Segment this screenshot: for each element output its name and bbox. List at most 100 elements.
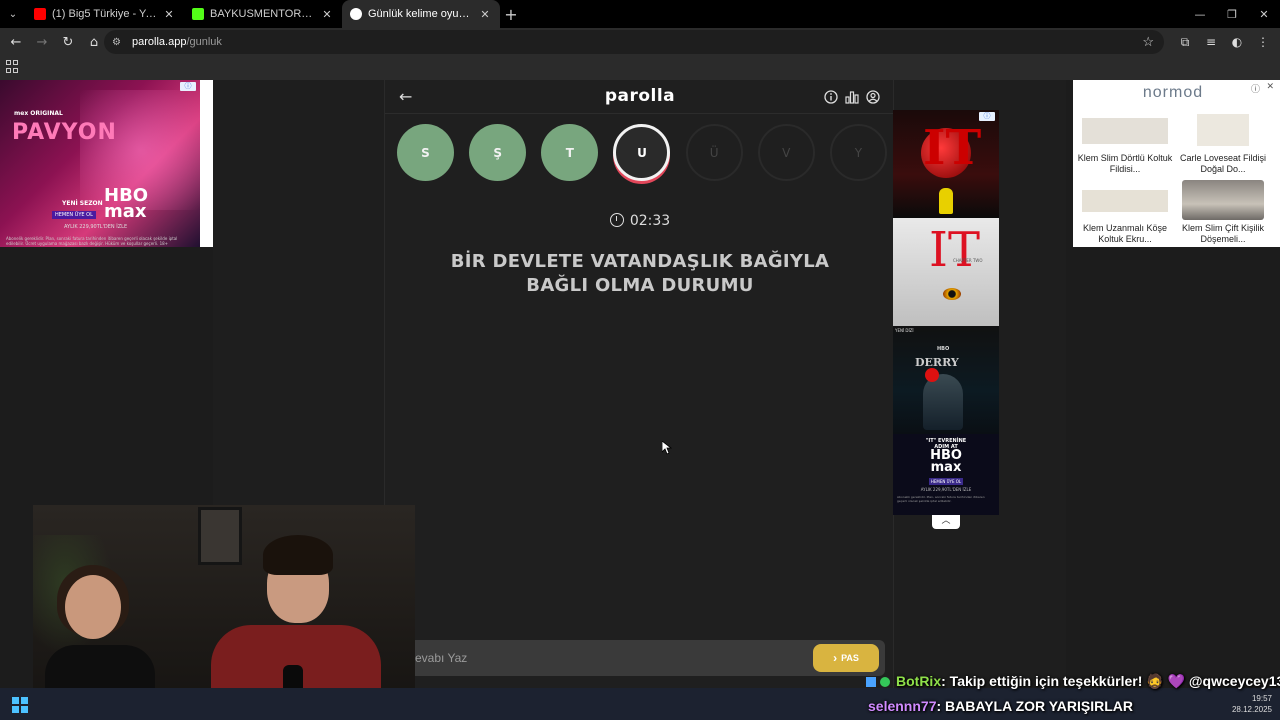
tab-youtube[interactable]: (1) Big5 Türkiye - YouTube ✕ xyxy=(26,0,184,28)
hbo-pavyon-ad[interactable]: mex ORIGINAL PAVYON YENİ SEZON HBO max HE… xyxy=(0,80,200,247)
bookmark-star-icon[interactable]: ☆ xyxy=(1142,34,1154,50)
letter-circle: Y xyxy=(829,124,887,181)
ad-title: PAVYON xyxy=(12,120,117,145)
hbo-it-ad[interactable]: IT IT CHAPTER TWO YENİ DİZİ HBO DERRY "I… xyxy=(893,110,999,515)
profile-icon[interactable]: ◐ xyxy=(1224,35,1250,49)
hbo-max-cta-panel: "IT" EVRENİNE ADIM AT HBO max HEMEN ÜYE OL… xyxy=(893,434,999,515)
answer-bar: ›PAS xyxy=(395,640,885,676)
stats-icon[interactable] xyxy=(841,89,862,105)
new-tab-button[interactable]: + xyxy=(500,5,522,24)
adchoices-icon[interactable]: ⓘ xyxy=(979,112,995,121)
clown-eye-icon xyxy=(943,288,961,300)
loveseat-image xyxy=(1197,110,1249,150)
windows-start-icon[interactable] xyxy=(12,697,28,713)
ad-cta: HEMEN ÜYE OL xyxy=(52,211,96,219)
chat-text: : Takip ettiğin için teşekkürler! 🧔 xyxy=(941,673,1168,689)
current-letter-circle: U xyxy=(613,124,671,181)
parolla-favicon-icon xyxy=(350,8,362,20)
ad-brand: normod xyxy=(1142,84,1204,101)
bookmarks-bar xyxy=(0,56,1280,80)
home-icon[interactable]: ⌂ xyxy=(82,30,106,54)
tab-kick[interactable]: BAYKUSMENTORLUK Stream - ( ✕ xyxy=(184,0,342,28)
heart-icon: 💜 xyxy=(1167,673,1186,689)
parolla-game: ← parolla S Ş T U Ü V Y 02:33 BİR DEVLET… xyxy=(384,80,895,688)
ad-product[interactable]: Klem Slim Dörtlü Koltuk Fildisi... xyxy=(1077,110,1173,175)
tab-close-icon[interactable]: ✕ xyxy=(478,8,492,21)
product-name: Klem Slim Dörtlü Koltuk Fildisi... xyxy=(1077,153,1173,174)
info-icon[interactable] xyxy=(820,89,841,105)
chat-mention: @qwceycey13 xyxy=(1185,673,1280,689)
letter-circle: Ş xyxy=(469,124,527,181)
question-line: BAĞLI OLMA DURUMU xyxy=(526,275,754,296)
tab-search-chevron-icon[interactable]: ⌄ xyxy=(0,0,26,28)
product-name: Klem Slim Çift Kişilik Döşemeli... xyxy=(1181,223,1264,244)
back-icon[interactable]: ← xyxy=(4,30,28,54)
ad-info-icon[interactable]: ⓘ xyxy=(1251,82,1260,95)
minimize-icon[interactable]: — xyxy=(1184,0,1216,28)
window-controls: — ❐ ✕ xyxy=(1184,0,1280,28)
toolbar-right: ⧉ ≡ ◐ ⋮ xyxy=(1172,28,1276,56)
pass-button[interactable]: › PAS xyxy=(813,644,879,672)
reload-icon[interactable]: ↻ xyxy=(56,30,80,54)
ad-small-brand: mex ORIGINAL xyxy=(14,110,63,117)
chat-username: BotRix xyxy=(896,673,942,689)
extensions-icon[interactable]: ⧉ xyxy=(1172,35,1198,50)
verified-icon xyxy=(880,677,890,687)
letter-circle: Ü xyxy=(685,124,743,181)
ad-price: AYLIK 229,90TL'DEN İZLE xyxy=(64,224,128,230)
clock-icon xyxy=(609,213,624,227)
ad-fine-print: Abonelik gereklidir. Plan, sonraki fatur… xyxy=(6,236,178,246)
bed-image xyxy=(1182,180,1264,220)
adchoices-icon[interactable]: ⓘ xyxy=(180,82,196,91)
system-clock[interactable]: 19:57 28.12.2025 xyxy=(1232,693,1272,715)
ad-product[interactable]: Klem Slim Çift Kişilik Döşemeli... xyxy=(1175,180,1271,245)
profile-icon[interactable] xyxy=(862,89,883,105)
kick-favicon-icon xyxy=(192,8,204,20)
mouse-cursor-icon xyxy=(662,441,672,455)
chat-message: selennn77: BABAYLA ZOR YARIŞIRLAR xyxy=(868,698,1133,714)
letter-circle: S xyxy=(397,124,454,181)
letter-track: S Ş T U Ü V Y xyxy=(397,124,887,184)
it-chapter-two-poster: IT CHAPTER TWO xyxy=(893,218,999,326)
tab-close-icon[interactable]: ✕ xyxy=(162,8,176,21)
url-host: parolla.app xyxy=(132,36,187,48)
ad-product[interactable]: Klem Uzanmalı Köşe Koltuk Ekru... xyxy=(1077,180,1173,245)
chat-message: BotRix: Takip ettiğin için teşekkürler! … xyxy=(866,673,1280,690)
apps-grid-icon[interactable] xyxy=(6,60,20,74)
screen: ⌄ (1) Big5 Türkiye - YouTube ✕ BAYKUSMEN… xyxy=(0,0,1280,720)
tab-parolla[interactable]: Günlük kelime oyunu - parolla ✕ xyxy=(342,0,500,28)
restore-icon[interactable]: ❐ xyxy=(1216,0,1248,28)
tab-close-icon[interactable]: ✕ xyxy=(320,8,334,21)
ad-close-icon[interactable]: ✕ xyxy=(1266,82,1274,92)
letter-circle: V xyxy=(757,124,815,181)
address-bar[interactable]: ⚙ parolla.app /gunluk ☆ xyxy=(104,30,1164,54)
site-info-icon[interactable]: ⚙ xyxy=(112,37,126,48)
welcome-to-derry-poster: YENİ DİZİ HBO DERRY xyxy=(893,326,999,434)
normod-ad[interactable]: normod ⓘ ✕ Klem Slim Dörtlü Koltuk Fildi… xyxy=(1073,80,1280,247)
chat-text: : BABAYLA ZOR YARIŞIRLAR xyxy=(936,698,1134,714)
ad-season: YENİ SEZON xyxy=(62,200,103,207)
url-path: /gunluk xyxy=(186,36,222,48)
ad-product[interactable]: Carle Loveseat Fildişi Doğal Do... xyxy=(1175,110,1271,175)
window-close-icon[interactable]: ✕ xyxy=(1248,0,1280,28)
ad-left-border xyxy=(200,80,213,247)
chevron-up-icon[interactable]: ︿ xyxy=(932,515,960,529)
header-actions xyxy=(820,89,883,105)
pass-label: PAS xyxy=(841,653,859,663)
parolla-logo: parolla xyxy=(604,86,676,106)
answer-input[interactable] xyxy=(415,640,795,676)
tab-strip: ⌄ (1) Big5 Türkiye - YouTube ✕ BAYKUSMEN… xyxy=(0,0,1280,28)
hbo-max-logo: HBO max xyxy=(104,185,149,222)
it-poster: IT xyxy=(893,110,999,218)
chevron-right-icon: › xyxy=(833,651,838,665)
letter-circle: T xyxy=(541,124,599,181)
browser-toolbar: ← → ↻ ⌂ ⚙ parolla.app /gunluk ☆ ⧉ ≡ ◐ ⋮ xyxy=(0,28,1280,56)
menu-icon[interactable]: ⋮ xyxy=(1250,35,1276,49)
badge-icon xyxy=(866,677,876,687)
forward-icon[interactable]: → xyxy=(30,30,54,54)
media-icon[interactable]: ≡ xyxy=(1198,35,1224,49)
game-header: ← parolla xyxy=(385,80,895,114)
product-name: Klem Uzanmalı Köşe Koltuk Ekru... xyxy=(1082,223,1168,244)
tab-title: Günlük kelime oyunu - parolla xyxy=(368,8,474,20)
countdown-timer: 02:33 xyxy=(385,213,895,229)
